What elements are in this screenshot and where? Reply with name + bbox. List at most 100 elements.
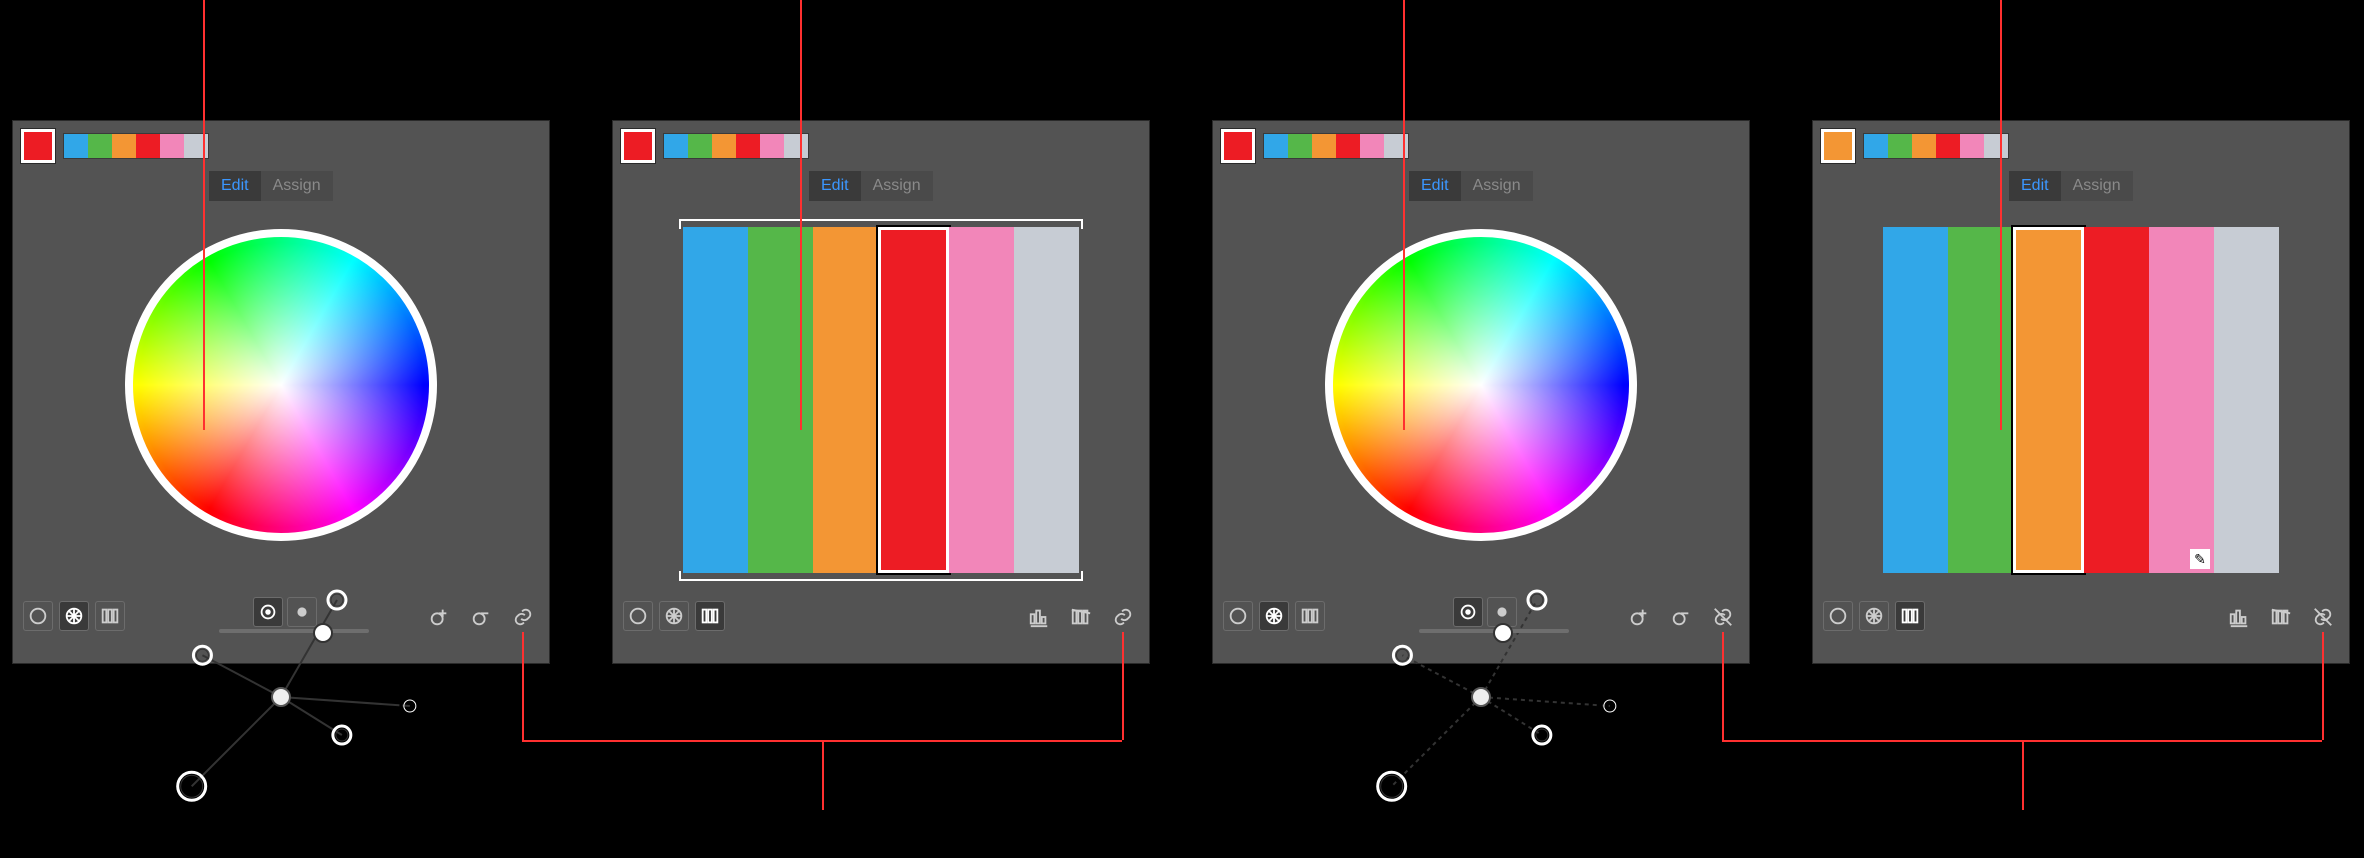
- mini-swatch[interactable]: [64, 134, 88, 158]
- base-color-swatch[interactable]: [1221, 129, 1255, 163]
- color-panel: Edit Assign: [612, 120, 1150, 664]
- color-bar[interactable]: [1883, 227, 1948, 573]
- mini-swatch[interactable]: [160, 134, 184, 158]
- color-bar[interactable]: [2013, 227, 2084, 573]
- footer-actions: [1623, 601, 1739, 633]
- slider-thumb[interactable]: [1493, 623, 1513, 643]
- remove-color-icon[interactable]: [465, 601, 497, 633]
- add-color-icon[interactable]: [423, 601, 455, 633]
- mini-swatch[interactable]: [1936, 134, 1960, 158]
- edit-badge-icon[interactable]: ✎: [2190, 549, 2210, 569]
- callout-line: [1122, 632, 1124, 740]
- mini-swatch[interactable]: [712, 134, 736, 158]
- brightness-slider[interactable]: [1419, 629, 1569, 633]
- panel-footer: [23, 589, 539, 653]
- tab-group: Edit Assign: [209, 171, 333, 201]
- circle-icon[interactable]: [623, 601, 653, 631]
- harmony-all-icon[interactable]: [287, 597, 317, 627]
- tab-edit[interactable]: Edit: [2009, 171, 2061, 201]
- mini-swatch[interactable]: [1288, 134, 1312, 158]
- color-bar[interactable]: [949, 227, 1014, 573]
- mini-swatch[interactable]: [112, 134, 136, 158]
- mini-swatch[interactable]: [760, 134, 784, 158]
- base-color-swatch[interactable]: [1821, 129, 1855, 163]
- color-wheel-icon[interactable]: [1859, 601, 1889, 631]
- mini-swatch[interactable]: [1264, 134, 1288, 158]
- bars-icon[interactable]: [95, 601, 125, 631]
- mini-palette: [1263, 133, 1409, 159]
- color-bar[interactable]: [813, 227, 878, 573]
- tab-assign[interactable]: Assign: [261, 171, 333, 201]
- tab-assign[interactable]: Assign: [861, 171, 933, 201]
- mini-swatch[interactable]: [1360, 134, 1384, 158]
- base-color-swatch[interactable]: [621, 129, 655, 163]
- color-bar[interactable]: [683, 227, 748, 573]
- mini-swatch[interactable]: [136, 134, 160, 158]
- shuffle-bright-icon[interactable]: [2265, 601, 2297, 633]
- mini-swatch[interactable]: [736, 134, 760, 158]
- mini-swatch[interactable]: [688, 134, 712, 158]
- tab-assign[interactable]: Assign: [2061, 171, 2133, 201]
- harmony-active-icon[interactable]: [1453, 597, 1483, 627]
- mini-swatch[interactable]: [1888, 134, 1912, 158]
- callout-line: [822, 740, 824, 810]
- mini-palette: [63, 133, 209, 159]
- harmony-active-icon[interactable]: [253, 597, 283, 627]
- shuffle-sat-icon[interactable]: [1023, 601, 1055, 633]
- unlink-icon[interactable]: [2307, 601, 2339, 633]
- color-wheel-icon[interactable]: [659, 601, 689, 631]
- bars-icon[interactable]: [1895, 601, 1925, 631]
- slider-thumb[interactable]: [313, 623, 333, 643]
- shuffle-sat-icon[interactable]: [2223, 601, 2255, 633]
- mini-swatch[interactable]: [1912, 134, 1936, 158]
- color-bar[interactable]: ✎: [2149, 227, 2214, 573]
- add-color-icon[interactable]: [1623, 601, 1655, 633]
- circle-icon[interactable]: [23, 601, 53, 631]
- center-node[interactable]: [272, 688, 290, 706]
- mini-palette: [1863, 133, 2009, 159]
- color-node[interactable]: [178, 772, 206, 800]
- center-node[interactable]: [1472, 688, 1490, 706]
- remove-color-icon[interactable]: [1665, 601, 1697, 633]
- tab-edit[interactable]: Edit: [1409, 171, 1461, 201]
- color-bar[interactable]: [878, 227, 949, 573]
- color-wheel[interactable]: [125, 229, 437, 541]
- circle-icon[interactable]: [1823, 601, 1853, 631]
- color-wheel-icon[interactable]: [59, 601, 89, 631]
- link-icon[interactable]: [507, 601, 539, 633]
- color-bar[interactable]: [1948, 227, 2013, 573]
- mini-swatch[interactable]: [1336, 134, 1360, 158]
- tab-edit[interactable]: Edit: [809, 171, 861, 201]
- brightness-slider[interactable]: [219, 629, 369, 633]
- color-bar[interactable]: [2214, 227, 2279, 573]
- color-wheel-icon[interactable]: [1259, 601, 1289, 631]
- link-icon[interactable]: [1107, 601, 1139, 633]
- tab-edit[interactable]: Edit: [209, 171, 261, 201]
- mini-swatch[interactable]: [784, 134, 808, 158]
- color-bar[interactable]: [1014, 227, 1079, 573]
- callout-line-top: [800, 0, 802, 430]
- color-node[interactable]: [1378, 772, 1406, 800]
- color-bar[interactable]: [748, 227, 813, 573]
- shuffle-bright-icon[interactable]: [1065, 601, 1097, 633]
- callout-line: [2322, 632, 2324, 740]
- panel-header: [1821, 129, 2009, 163]
- color-wheel[interactable]: [1325, 229, 1637, 541]
- panel-header: [1221, 129, 1409, 163]
- mini-swatch[interactable]: [1864, 134, 1888, 158]
- mini-swatch[interactable]: [664, 134, 688, 158]
- mini-swatch[interactable]: [88, 134, 112, 158]
- color-bars: [683, 221, 1079, 579]
- mini-swatch[interactable]: [1312, 134, 1336, 158]
- mini-swatch[interactable]: [1984, 134, 2008, 158]
- bars-icon[interactable]: [695, 601, 725, 631]
- base-color-swatch[interactable]: [21, 129, 55, 163]
- callout-line: [2022, 740, 2024, 810]
- unlink-icon[interactable]: [1707, 601, 1739, 633]
- tab-assign[interactable]: Assign: [1461, 171, 1533, 201]
- callout-line-top: [1403, 0, 1405, 430]
- color-bar[interactable]: [2084, 227, 2149, 573]
- bars-icon[interactable]: [1295, 601, 1325, 631]
- mini-swatch[interactable]: [1960, 134, 1984, 158]
- circle-icon[interactable]: [1223, 601, 1253, 631]
